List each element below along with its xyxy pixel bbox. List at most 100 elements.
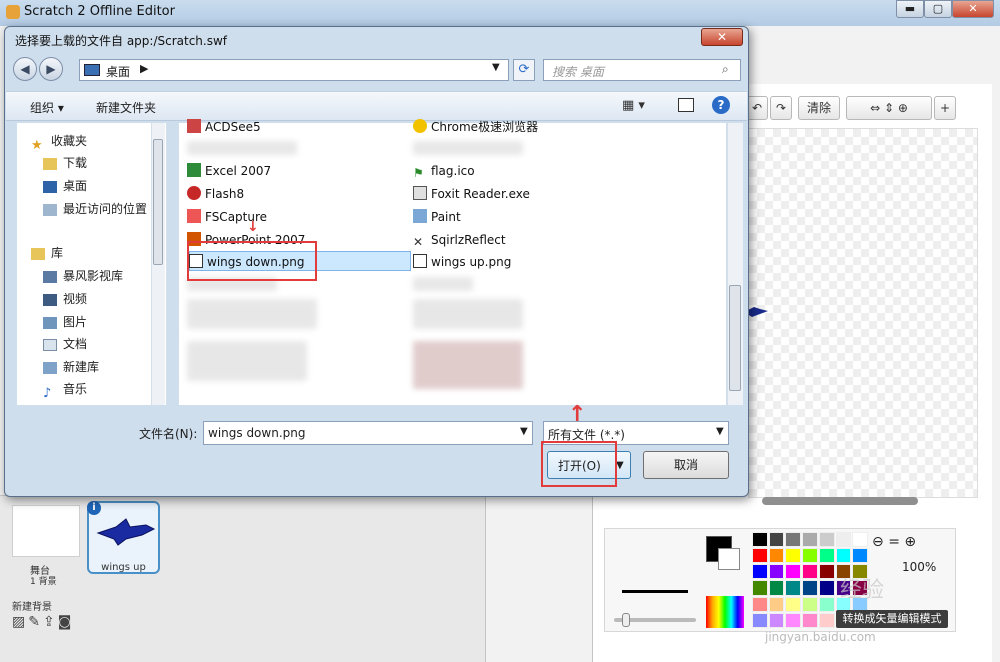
chevron-down-icon[interactable]: ▼	[492, 62, 500, 73]
palette-swatch[interactable]	[818, 564, 835, 580]
canvas-scrollbar[interactable]	[762, 497, 918, 505]
info-icon[interactable]: i	[87, 501, 101, 515]
zoom-reset-icon[interactable]: =	[888, 534, 900, 550]
clear-button[interactable]: 清除	[798, 96, 840, 120]
breadcrumb-chevron-icon[interactable]: ▶	[140, 62, 148, 75]
list-item[interactable]: Flash8	[187, 184, 244, 204]
nav-item-libraries[interactable]: 库	[31, 243, 63, 263]
add-costume-button[interactable]: +	[934, 96, 956, 120]
nav-item-favorites[interactable]: ★ 收藏夹	[31, 131, 87, 153]
list-item[interactable]: Paint	[413, 207, 461, 227]
palette-swatch[interactable]	[768, 548, 785, 564]
list-item[interactable]: Excel 2007	[187, 161, 271, 181]
list-item[interactable]: ⚑ flag.ico	[413, 161, 475, 181]
palette-swatch[interactable]	[802, 596, 818, 612]
palette-swatch[interactable]	[785, 580, 802, 596]
refresh-button[interactable]: ⟳	[513, 59, 535, 81]
list-item[interactable]: Chrome极速浏览器	[413, 117, 538, 137]
palette-swatch[interactable]	[768, 596, 785, 612]
slider-knob[interactable]	[622, 613, 630, 627]
palette-swatch[interactable]	[818, 612, 835, 628]
palette-swatch[interactable]	[818, 580, 835, 596]
nav-scrollbar-thumb[interactable]	[153, 139, 163, 265]
nav-item-desktop[interactable]: 桌面	[43, 176, 87, 196]
nav-item-video-library[interactable]: 暴风影视库	[43, 266, 123, 286]
close-button[interactable]: ✕	[952, 0, 994, 18]
palette-swatch[interactable]	[768, 580, 785, 596]
nav-item-pictures[interactable]: 图片	[43, 312, 87, 332]
stage-thumbnail[interactable]	[12, 505, 80, 557]
paintbrush-icon[interactable]: ✎	[28, 614, 43, 630]
organize-button[interactable]: 组织 ▾	[30, 99, 64, 116]
palette-swatch[interactable]	[785, 596, 802, 612]
palette-swatch[interactable]	[802, 612, 818, 628]
palette-swatch[interactable]	[768, 612, 785, 628]
palette-swatch[interactable]	[768, 564, 785, 580]
redo-button[interactable]: ↷	[770, 96, 792, 120]
palette-swatch[interactable]	[785, 612, 802, 628]
flash-icon	[187, 186, 201, 200]
search-icon[interactable]: ⌕	[722, 62, 729, 77]
new-folder-button[interactable]: 新建文件夹	[96, 99, 156, 116]
list-item[interactable]: ACDSee5	[187, 117, 261, 137]
chevron-down-icon[interactable]: ▼	[716, 426, 724, 437]
palette-swatch[interactable]	[752, 532, 768, 548]
upload-icon[interactable]: ⇪	[43, 614, 58, 630]
image-icon[interactable]: ▨	[12, 614, 28, 630]
palette-swatch[interactable]	[818, 532, 835, 548]
palette-swatch[interactable]	[752, 612, 768, 628]
preview-pane-icon[interactable]	[678, 98, 694, 112]
list-item[interactable]: wings up.png	[413, 252, 511, 272]
palette-swatch[interactable]	[852, 532, 868, 548]
zoom-in-icon[interactable]: ⊕	[904, 534, 916, 550]
dialog-close-button[interactable]: ✕	[701, 28, 743, 46]
back-button[interactable]: ◀	[13, 57, 37, 81]
nav-item-downloads[interactable]: 下载	[43, 153, 87, 173]
address-bar[interactable]: 桌面 ▶ ▼	[79, 59, 509, 81]
camera-icon[interactable]: ◙	[58, 614, 75, 630]
palette-swatch[interactable]	[818, 548, 835, 564]
nav-item-new-library[interactable]: 新建库	[43, 357, 99, 377]
palette-swatch[interactable]	[802, 564, 818, 580]
file-list-scrollbar-thumb[interactable]	[729, 285, 741, 391]
palette-swatch[interactable]	[752, 596, 768, 612]
chevron-down-icon[interactable]: ▼	[616, 453, 624, 479]
paint-canvas[interactable]	[748, 128, 978, 498]
zoom-out-icon[interactable]: ⊖	[872, 534, 884, 550]
import-flip-buttons[interactable]: ⇔ ⇕ ⊕	[846, 96, 932, 120]
help-button[interactable]: ?	[712, 96, 730, 114]
undo-button[interactable]: ↶	[746, 96, 768, 120]
maximize-button[interactable]: ▢	[924, 0, 952, 18]
minimize-button[interactable]: ▬	[896, 0, 924, 18]
palette-swatch[interactable]	[835, 548, 852, 564]
palette-swatch[interactable]	[802, 580, 818, 596]
palette-swatch[interactable]	[852, 548, 868, 564]
palette-swatch[interactable]	[752, 580, 768, 596]
cancel-button[interactable]: 取消	[643, 451, 729, 479]
palette-swatch[interactable]	[802, 532, 818, 548]
chevron-down-icon[interactable]: ▼	[520, 426, 528, 437]
nav-item-recent[interactable]: 最近访问的位置	[43, 199, 147, 219]
nav-item-videos[interactable]: 视频	[43, 289, 87, 309]
palette-swatch[interactable]	[785, 564, 802, 580]
convert-to-vector-button[interactable]: 转换成矢量编辑模式	[836, 610, 948, 628]
forward-button[interactable]: ▶	[39, 57, 63, 81]
palette-swatch[interactable]	[802, 548, 818, 564]
view-options-icon[interactable]: ▦ ▾	[622, 98, 645, 113]
palette-swatch[interactable]	[835, 532, 852, 548]
search-input[interactable]: 搜索 桌面 ⌕	[543, 59, 741, 81]
palette-swatch[interactable]	[818, 596, 835, 612]
nav-item-music[interactable]: ♪ 音乐	[43, 379, 87, 401]
filename-input[interactable]: wings down.png ▼	[203, 421, 533, 445]
palette-swatch[interactable]	[785, 532, 802, 548]
palette-swatch[interactable]	[752, 564, 768, 580]
palette-swatch[interactable]	[752, 548, 768, 564]
color-picker[interactable]	[706, 596, 744, 628]
picture-icon	[43, 316, 57, 329]
secondary-color-swatch[interactable]	[718, 548, 740, 570]
palette-swatch[interactable]	[768, 532, 785, 548]
list-item[interactable]: Foxit Reader.exe	[413, 184, 530, 204]
nav-item-documents[interactable]: 文档	[43, 334, 87, 354]
palette-swatch[interactable]	[785, 548, 802, 564]
list-item[interactable]: ✕ SqirlzReflect	[413, 230, 506, 250]
